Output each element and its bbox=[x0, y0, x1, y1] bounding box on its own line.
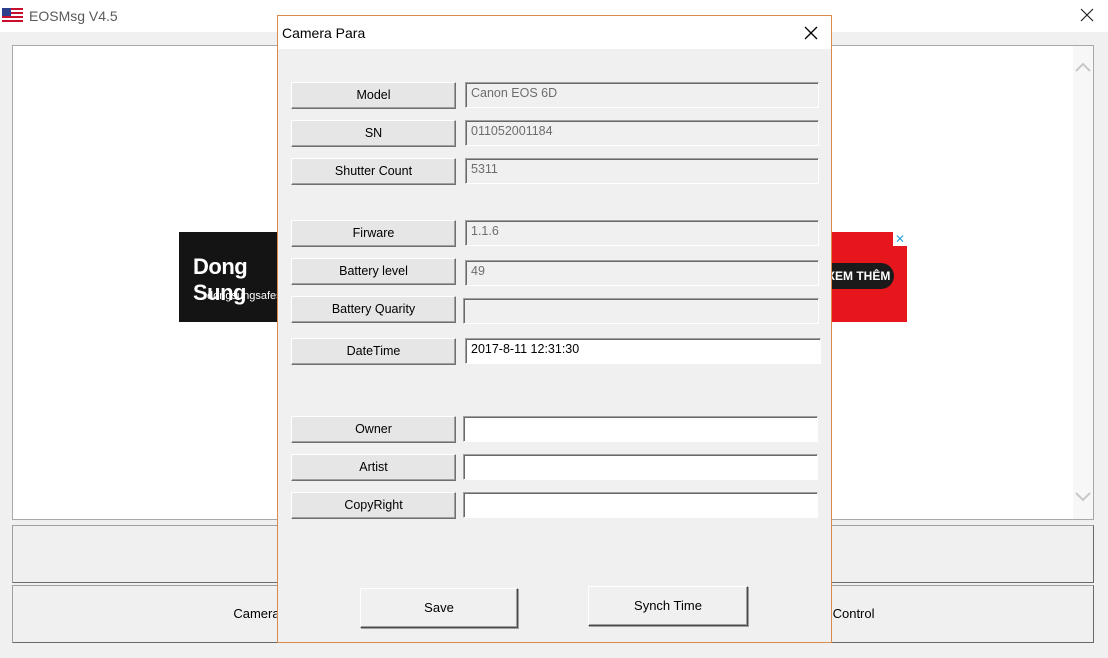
dialog-title: Camera Para bbox=[282, 25, 366, 41]
camera-para-dialog: Camera Para Model Canon EOS 6D SN 011052… bbox=[277, 15, 832, 643]
owner-label-button[interactable]: Owner bbox=[291, 416, 456, 443]
close-icon[interactable] bbox=[1076, 4, 1098, 26]
artist-label-button[interactable]: Artist bbox=[291, 454, 456, 481]
datetime-label-button[interactable]: DateTime bbox=[291, 338, 456, 365]
ad-url: dongsungsafes. bbox=[207, 290, 285, 302]
battery-quality-label-button[interactable]: Battery Quarity bbox=[291, 296, 456, 323]
ad-brand-panel: Dong Sung dongsungsafes. bbox=[179, 232, 289, 322]
save-button[interactable]: Save bbox=[360, 588, 518, 628]
close-icon[interactable] bbox=[802, 24, 820, 42]
chevron-down-icon[interactable] bbox=[1073, 486, 1093, 506]
us-flag-icon bbox=[2, 8, 23, 22]
datetime-field[interactable]: 2017-8-11 12:31:30 bbox=[465, 338, 821, 364]
chevron-up-icon[interactable] bbox=[1073, 58, 1093, 78]
firmware-label-button[interactable]: Firware bbox=[291, 220, 456, 247]
firmware-field[interactable]: 1.1.6 bbox=[465, 220, 819, 246]
battery-level-field[interactable]: 49 bbox=[465, 260, 819, 286]
battery-quality-field[interactable] bbox=[463, 298, 819, 324]
model-field[interactable]: Canon EOS 6D bbox=[465, 82, 819, 108]
window-title: EOSMsg V4.5 bbox=[29, 8, 118, 24]
shutter-count-label-button[interactable]: Shutter Count bbox=[291, 158, 456, 185]
owner-field[interactable] bbox=[463, 416, 818, 442]
copyright-label-button[interactable]: CopyRight bbox=[291, 492, 456, 519]
vertical-scrollbar[interactable] bbox=[1073, 46, 1093, 519]
copyright-field[interactable] bbox=[463, 492, 818, 518]
close-x-icon[interactable]: ✕ bbox=[893, 232, 907, 246]
sn-label-button[interactable]: SN bbox=[291, 120, 456, 147]
battery-level-label-button[interactable]: Battery level bbox=[291, 258, 456, 285]
artist-field[interactable] bbox=[463, 454, 818, 480]
model-label-button[interactable]: Model bbox=[291, 82, 456, 109]
dialog-title-bar: Camera Para bbox=[278, 16, 831, 49]
shutter-count-field[interactable]: 5311 bbox=[465, 158, 819, 184]
sn-field[interactable]: 011052001184 bbox=[465, 120, 819, 146]
synch-time-button[interactable]: Synch Time bbox=[588, 586, 748, 626]
